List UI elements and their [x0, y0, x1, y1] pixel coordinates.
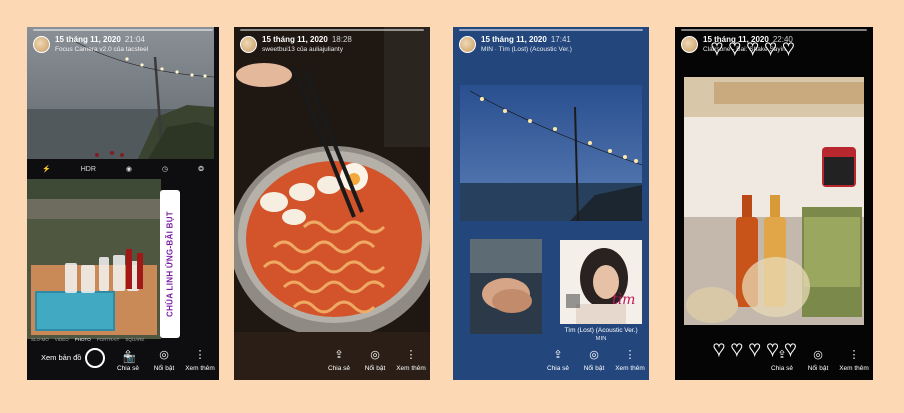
share-button[interactable]: ⇪ Chia sẻ: [326, 349, 352, 372]
album-title-art: tìm: [612, 292, 635, 308]
highlight-label: Nổi bật: [153, 365, 175, 372]
story-header: 15 tháng 11, 2020 18:28 sweetbui13 của au…: [240, 33, 424, 59]
location-sticker-label: CHÙA LINH ỨNG-BÃI BỤT: [165, 211, 175, 317]
mode-video[interactable]: VIDEO: [55, 337, 69, 342]
highlight-icon: ◎: [370, 349, 380, 361]
more-label: Xem thêm: [839, 365, 869, 372]
highlight-button[interactable]: ◎ Nổi bật: [581, 349, 607, 372]
share-button[interactable]: ⇪ Chia sẻ: [769, 349, 795, 372]
heart-icon: ♥: [713, 338, 726, 360]
share-button[interactable]: ⇪ Chia sẻ: [115, 349, 141, 372]
share-icon: ⇪: [553, 349, 563, 361]
story-card-2[interactable]: 15 tháng 11, 2020 18:28 sweetbui13 của au…: [234, 27, 430, 380]
more-button[interactable]: ⋮ Xem thêm: [839, 349, 869, 372]
story-card-3[interactable]: 15 tháng 11, 2020 17:41 MIN · Tìm (Lost) …: [453, 27, 649, 380]
highlight-icon: ◎: [589, 349, 599, 361]
location-sticker[interactable]: CHÙA LINH ỨNG-BÃI BỤT: [160, 190, 180, 338]
mode-square[interactable]: SQUARE: [125, 337, 144, 342]
mode-photo[interactable]: PHOTO: [75, 337, 91, 342]
story-subtitle[interactable]: MIN · Tìm (Lost) (Acoustic Ver.): [481, 46, 572, 53]
more-icon: ⋮: [405, 349, 417, 361]
table-drinks-photo: [27, 179, 161, 339]
avatar[interactable]: [240, 36, 257, 53]
flash-off-icon[interactable]: ⚡: [42, 165, 51, 173]
music-artist: MIN: [595, 336, 607, 342]
heart-icon: ♥: [730, 338, 743, 360]
camera-toolbar: ⚡ HDR ◉ ◷ ❂: [27, 159, 219, 179]
highlight-button[interactable]: ◎ Nổi bật: [805, 349, 831, 372]
story-progress-bar: [681, 29, 867, 31]
story-card-4[interactable]: 15 tháng 11, 2020 22:40 Clairsone - Bai: …: [675, 27, 873, 380]
timer-icon[interactable]: ◷: [162, 165, 168, 173]
story-subtitle[interactable]: Clairsone - Bai: Shake Sayin: [703, 46, 786, 53]
share-button[interactable]: ⇪ Chia sẻ: [545, 349, 571, 372]
share-label: Chia sẻ: [770, 365, 794, 372]
story-date: 15 tháng 11, 2020 18:28: [262, 35, 352, 44]
share-label: Chia sẻ: [116, 365, 140, 372]
highlight-label: Nổi bật: [583, 365, 605, 372]
album-cover[interactable]: tìm: [560, 240, 642, 324]
story-date: 15 tháng 11, 2020 22:40: [703, 35, 793, 44]
dusk-lights-photo: [460, 85, 642, 221]
camera-modes: SLO-MO VIDEO PHOTO PORTRAIT SQUARE: [31, 337, 144, 342]
story-date: 15 tháng 11, 2020 21:04: [55, 35, 145, 44]
mode-portrait[interactable]: PORTRAIT: [97, 337, 120, 342]
more-button[interactable]: ⋮ Xem thêm: [615, 349, 645, 372]
holding-hands-photo: [470, 239, 542, 334]
more-icon: ⋮: [848, 349, 860, 361]
highlight-icon: ◎: [159, 349, 169, 361]
live-icon[interactable]: ◉: [126, 165, 132, 173]
avatar[interactable]: [681, 36, 698, 53]
share-icon: ⇪: [777, 349, 787, 361]
more-icon: ⋮: [194, 349, 206, 361]
share-icon: ⇪: [123, 349, 133, 361]
music-title: Tìm (Lost) (Acoustic Ver.): [564, 327, 638, 334]
story-time: 22:40: [772, 35, 793, 44]
noodle-pot-photo: [234, 27, 430, 380]
story-progress-bar: [240, 29, 424, 31]
highlight-label: Nổi bật: [807, 365, 829, 372]
story-header: 15 tháng 11, 2020 17:41 MIN · Tìm (Lost) …: [459, 33, 643, 59]
story-progress-bar: [459, 29, 643, 31]
mode-slomo[interactable]: SLO-MO: [31, 337, 49, 342]
story-header: 15 tháng 11, 2020 21:04 Focus Camera v2.0…: [33, 33, 213, 59]
more-label: Xem thêm: [615, 365, 645, 372]
story-subtitle[interactable]: sweetbui13 của auliajulianty: [262, 46, 343, 53]
story-subtitle[interactable]: Focus Camera v2.0 của tacsteel: [55, 46, 148, 53]
more-button[interactable]: ⋮ Xem thêm: [396, 349, 426, 372]
story-actions: ⇪ Chia sẻ ◎ Nổi bật ⋮ Xem thêm: [326, 349, 426, 372]
more-icon: ⋮: [624, 349, 636, 361]
more-label: Xem thêm: [185, 365, 215, 372]
highlight-button[interactable]: ◎ Nổi bật: [362, 349, 388, 372]
more-button[interactable]: ⋮ Xem thêm: [185, 349, 215, 372]
bar-drinks-photo: [684, 77, 864, 325]
more-label: Xem thêm: [396, 365, 426, 372]
avatar[interactable]: [33, 36, 50, 53]
story-card-1[interactable]: 15 tháng 11, 2020 21:04 Focus Camera v2.0…: [27, 27, 219, 380]
story-actions: ⇪ Chia sẻ ◎ Nổi bật ⋮ Xem thêm: [115, 349, 215, 372]
story-actions: ⇪ Chia sẻ ◎ Nổi bật ⋮ Xem thêm: [545, 349, 645, 372]
highlight-label: Nổi bật: [364, 365, 386, 372]
view-map-link[interactable]: Xem bản đồ: [41, 353, 81, 362]
story-time: 21:04: [124, 35, 145, 44]
story-date: 15 tháng 11, 2020 17:41: [481, 35, 571, 44]
heart-icon: ♥: [748, 338, 761, 360]
hdr-label[interactable]: HDR: [81, 166, 96, 173]
filter-icon[interactable]: ❂: [198, 165, 204, 173]
story-actions: ⇪ Chia sẻ ◎ Nổi bật ⋮ Xem thêm: [769, 349, 869, 372]
share-label: Chia sẻ: [327, 365, 351, 372]
story-time: 18:28: [331, 35, 352, 44]
story-header: 15 tháng 11, 2020 22:40 Clairsone - Bai: …: [681, 33, 867, 59]
avatar[interactable]: [459, 36, 476, 53]
highlight-icon: ◎: [813, 349, 823, 361]
story-progress-bar: [33, 29, 213, 31]
highlight-button[interactable]: ◎ Nổi bật: [151, 349, 177, 372]
story-time: 17:41: [550, 35, 571, 44]
share-icon: ⇪: [334, 349, 344, 361]
share-label: Chia sẻ: [546, 365, 570, 372]
shutter-button[interactable]: [85, 348, 105, 368]
